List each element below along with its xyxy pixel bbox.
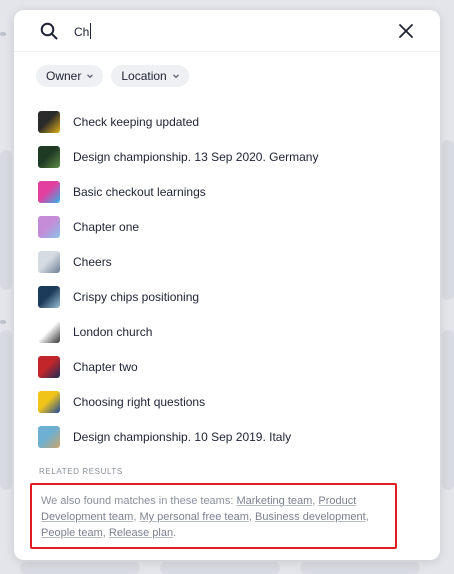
result-item[interactable]: Chapter two xyxy=(14,349,440,384)
result-thumbnail xyxy=(38,285,60,308)
owner-filter-label: Owner xyxy=(46,69,82,83)
result-label: Choosing right questions xyxy=(73,394,206,409)
result-thumbnail xyxy=(38,215,60,238)
team-separator: , xyxy=(365,511,369,523)
background-card xyxy=(20,562,140,574)
result-item[interactable]: Design championship. 13 Sep 2020. German… xyxy=(14,139,440,174)
results-list: Check keeping updated Design championship… xyxy=(14,104,440,454)
result-label: Check keeping updated xyxy=(73,114,200,129)
background-card xyxy=(442,140,454,300)
result-label: Design championship. 13 Sep 2020. German… xyxy=(73,149,319,164)
search-icon xyxy=(40,22,58,40)
background-card xyxy=(442,330,454,490)
related-results-heading: RELATED RESULTS xyxy=(39,467,123,476)
result-label: Basic checkout learnings xyxy=(73,184,206,199)
result-item[interactable]: Choosing right questions xyxy=(14,384,440,419)
result-label: Chapter two xyxy=(73,359,138,374)
related-results-text: We also found matches in these teams: Ma… xyxy=(30,483,397,549)
background-mark xyxy=(0,320,6,324)
result-thumbnail xyxy=(38,355,60,378)
chevron-down-icon xyxy=(172,74,179,79)
team-link[interactable]: My personal free team xyxy=(139,511,248,523)
result-item[interactable]: Chapter one xyxy=(14,209,440,244)
owner-filter[interactable]: Owner xyxy=(36,65,104,87)
result-label: Design championship. 10 Sep 2019. Italy xyxy=(73,429,292,444)
search-panel: Ch Owner Location Check keeping updated D… xyxy=(14,10,440,560)
result-thumbnail xyxy=(38,145,60,168)
result-thumbnail xyxy=(38,390,60,413)
result-thumbnail xyxy=(38,180,60,203)
team-link[interactable]: Business development xyxy=(255,511,366,523)
background-card xyxy=(0,150,12,290)
search-bar: Ch xyxy=(14,10,440,52)
chevron-down-icon xyxy=(87,74,94,79)
result-label: Cheers xyxy=(73,254,112,269)
filter-bar: Owner Location xyxy=(36,65,189,87)
result-label: Crispy chips positioning xyxy=(73,289,200,304)
result-thumbnail xyxy=(38,425,60,448)
result-label: Chapter one xyxy=(73,219,140,234)
search-input[interactable]: Ch xyxy=(74,23,92,39)
result-label: London church xyxy=(73,324,153,339)
team-link[interactable]: People team xyxy=(41,527,103,539)
close-icon[interactable] xyxy=(398,23,414,39)
team-link[interactable]: Marketing team xyxy=(236,495,312,507)
related-intro: We also found matches in these teams: xyxy=(41,495,237,507)
location-filter-label: Location xyxy=(121,69,167,83)
team-separator: . xyxy=(173,527,177,539)
result-item[interactable]: London church xyxy=(14,314,440,349)
background-card xyxy=(160,562,280,574)
result-item[interactable]: Cheers xyxy=(14,244,440,279)
background-card xyxy=(0,330,12,490)
result-thumbnail xyxy=(38,320,60,343)
result-item[interactable]: Crispy chips positioning xyxy=(14,279,440,314)
result-thumbnail xyxy=(38,110,60,133)
location-filter[interactable]: Location xyxy=(111,65,189,87)
background-mark xyxy=(0,32,6,36)
result-item[interactable]: Basic checkout learnings xyxy=(14,174,440,209)
result-item[interactable]: Design championship. 10 Sep 2019. Italy xyxy=(14,419,440,454)
result-thumbnail xyxy=(38,250,60,273)
team-link[interactable]: Release plan xyxy=(109,527,173,539)
result-item[interactable]: Check keeping updated xyxy=(14,104,440,139)
background-card xyxy=(300,562,420,574)
